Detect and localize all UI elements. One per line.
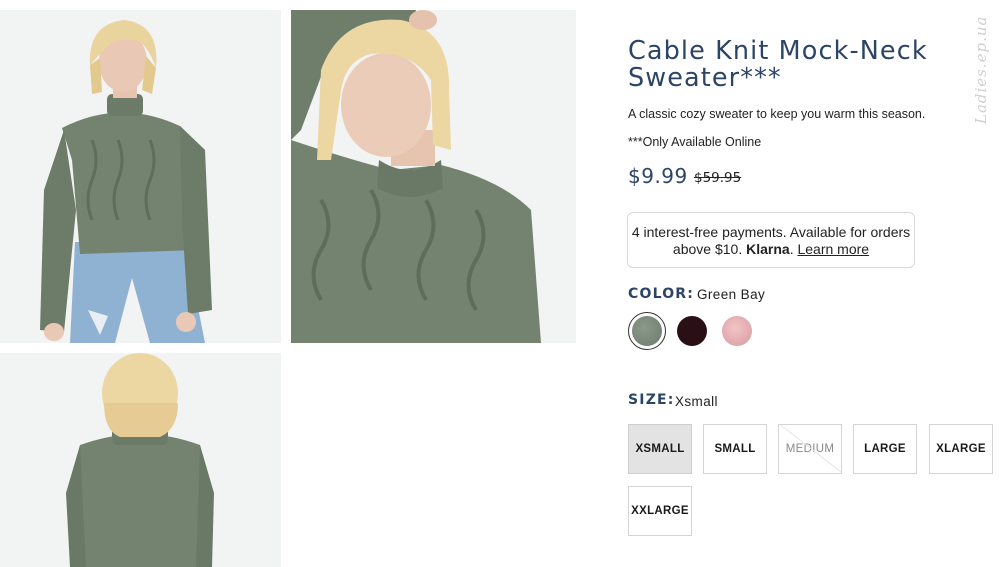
color-selected-value: Green Bay xyxy=(697,287,766,302)
price-original: $59.95 xyxy=(694,170,742,186)
product-image-front[interactable] xyxy=(0,10,281,343)
size-option-large[interactable]: LARGE xyxy=(853,424,917,474)
availability-note: ***Only Available Online xyxy=(628,135,762,149)
color-swatch-green-bay[interactable] xyxy=(632,316,662,346)
product-description: A classic cozy sweater to keep you warm … xyxy=(628,107,926,121)
klarna-brand: Klarna xyxy=(746,241,790,257)
color-label: COLOR: xyxy=(628,286,695,302)
size-selected-value: Xsmall xyxy=(675,394,718,409)
klarna-payment-box: 4 interest-free payments. Available for … xyxy=(627,212,915,268)
size-option-small[interactable]: SMALL xyxy=(703,424,767,474)
product-title: Cable Knit Mock-Neck Sweater*** xyxy=(628,36,928,93)
size-option-xlarge[interactable]: XLARGE xyxy=(929,424,993,474)
color-swatch-burgundy[interactable] xyxy=(677,316,707,346)
size-label: SIZE: xyxy=(628,392,675,408)
size-option-xxlarge[interactable]: XXLARGE xyxy=(628,486,692,536)
watermark: Ladies.ep.ua xyxy=(972,15,990,125)
product-image-closeup[interactable] xyxy=(291,10,576,343)
learn-more-link[interactable]: Learn more xyxy=(797,241,869,257)
size-option-xsmall[interactable]: XSMALL xyxy=(628,424,692,474)
price-current: $9.99 xyxy=(628,164,688,188)
product-image-back[interactable] xyxy=(0,353,281,567)
color-swatch-pink[interactable] xyxy=(722,316,752,346)
size-option-medium[interactable]: MEDIUM xyxy=(778,424,842,474)
